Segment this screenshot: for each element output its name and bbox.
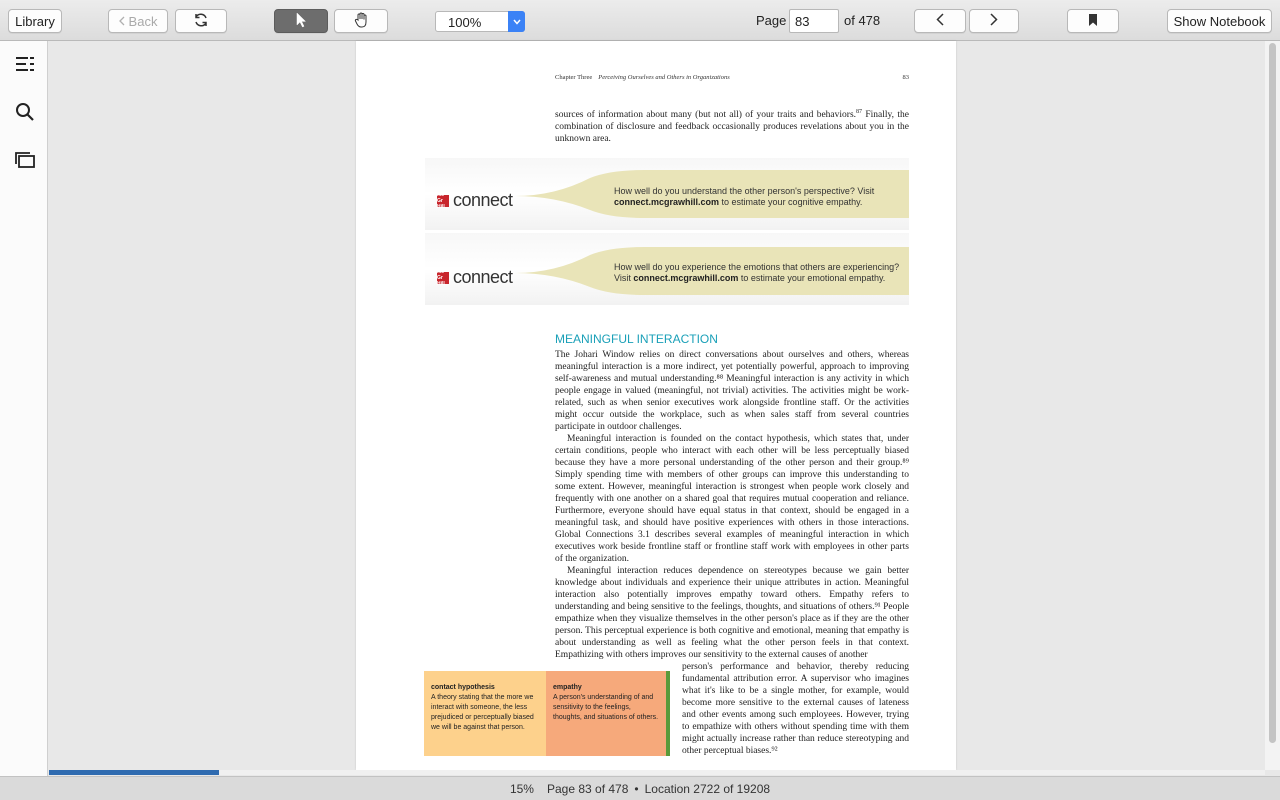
status-percent: 15% xyxy=(509,781,534,796)
back-label: Back xyxy=(128,13,158,29)
banner-line-2: Visit connect.mcgrawhill.com to estimate… xyxy=(614,273,899,284)
mcgraw-hill-logo: Mc Gr Hill xyxy=(437,269,449,287)
toolbar: Library Back 100% Page of 478 xyxy=(0,0,1280,41)
page-number-input[interactable] xyxy=(789,9,839,33)
sidebar xyxy=(0,41,48,776)
vertical-scrollbar[interactable] xyxy=(1265,41,1280,770)
search-icon[interactable] xyxy=(14,101,36,123)
banner-line-1: How well do you understand the other per… xyxy=(614,186,875,196)
flashcards-icon[interactable] xyxy=(14,149,36,171)
glossary-empathy: empathy A person's understanding of and … xyxy=(546,671,670,756)
running-head: Chapter Three Perceiving Ourselves and Ot… xyxy=(555,74,730,81)
intro-paragraph: sources of information about many (but n… xyxy=(555,109,909,145)
scroll-thumb[interactable] xyxy=(1269,43,1276,743)
refresh-button[interactable] xyxy=(175,9,227,33)
chevron-left-icon xyxy=(118,14,125,29)
page-total-label: of 478 xyxy=(844,13,881,28)
paragraph-4: person's performance and behavior, there… xyxy=(682,662,909,756)
running-chapter: Chapter Three xyxy=(555,74,593,81)
glossary-term: empathy xyxy=(553,684,582,691)
next-page-button[interactable] xyxy=(969,9,1019,33)
connect-brand: Mc Gr Hill connect xyxy=(437,267,513,288)
status-location: Location 2722 of 19208 xyxy=(644,781,771,796)
banner-url[interactable]: connect.mcgrawhill.com xyxy=(614,197,719,207)
glossary-definition: A theory stating that the more we intera… xyxy=(431,694,534,731)
connect-banner-emotional[interactable]: Mc Gr Hill connect How well do you exper… xyxy=(425,233,909,305)
book-page: Chapter Three Perceiving Ourselves and Ot… xyxy=(356,41,956,770)
zoom-select[interactable]: 100% xyxy=(435,11,525,32)
zoom-value: 100% xyxy=(448,15,482,30)
banner-text: How well do you experience the emotions … xyxy=(614,262,899,284)
hand-icon xyxy=(354,11,368,31)
running-title: Perceiving Ourselves and Others in Organ… xyxy=(598,74,730,81)
chevron-right-icon xyxy=(990,13,998,29)
hand-tool-button[interactable] xyxy=(334,9,388,33)
cursor-arrow-icon xyxy=(295,11,307,31)
chevron-left-icon xyxy=(936,13,944,29)
banner-line-2-text: to estimate your emotional empathy. xyxy=(738,273,886,283)
glossary-contact-hypothesis: contact hypothesis A theory stating that… xyxy=(424,671,546,756)
banner-visit: Visit xyxy=(614,273,634,283)
back-button[interactable]: Back xyxy=(108,9,168,33)
show-notebook-button[interactable]: Show Notebook xyxy=(1167,9,1272,33)
status-page: Page 83 of 478 xyxy=(546,781,629,796)
banner-line-2: connect.mcgrawhill.com to estimate your … xyxy=(614,197,874,208)
paragraph-2: Meaningful interaction is founded on the… xyxy=(555,434,909,564)
banner-text: How well do you understand the other per… xyxy=(614,186,874,208)
refresh-icon xyxy=(193,12,209,31)
section-heading: MEANINGFUL INTERACTION xyxy=(555,332,718,346)
paragraph-1: The Johari Window relies on direct conve… xyxy=(555,350,909,432)
banner-line-2-text: to estimate your cognitive empathy. xyxy=(719,197,863,207)
glossary-definition: A person's understanding of and sensitiv… xyxy=(553,694,659,721)
library-button[interactable]: Library xyxy=(8,9,62,33)
bookmark-icon xyxy=(1088,13,1098,30)
reading-progress-bar[interactable] xyxy=(49,770,1265,775)
intro-text: sources of information about many (but n… xyxy=(555,110,857,120)
status-separator: • xyxy=(634,781,639,796)
table-of-contents-icon[interactable] xyxy=(14,53,36,75)
previous-page-button[interactable] xyxy=(914,9,966,33)
reading-progress-fill xyxy=(49,770,220,775)
glossary-term: contact hypothesis xyxy=(431,684,495,691)
bookmark-button[interactable] xyxy=(1067,9,1119,33)
banner-url[interactable]: connect.mcgrawhill.com xyxy=(633,273,738,283)
connect-wordmark: connect xyxy=(453,190,513,210)
page-label: Page xyxy=(756,13,787,28)
chevron-down-icon xyxy=(508,11,525,32)
mcgraw-hill-logo: Mc Gr Hill xyxy=(437,192,449,210)
select-tool-button[interactable] xyxy=(274,9,328,33)
page-number: 83 xyxy=(902,74,910,81)
status-bar: 15% Page 83 of 478 • Location 2722 of 19… xyxy=(0,776,1280,800)
connect-brand: Mc Gr Hill connect xyxy=(437,190,513,211)
connect-banner-cognitive[interactable]: Mc Gr Hill connect How well do you under… xyxy=(425,158,909,230)
connect-wordmark: connect xyxy=(453,267,513,287)
paragraph-3: Meaningful interaction reduces dependenc… xyxy=(555,566,909,660)
banner-line-1: How well do you experience the emotions … xyxy=(614,262,900,272)
